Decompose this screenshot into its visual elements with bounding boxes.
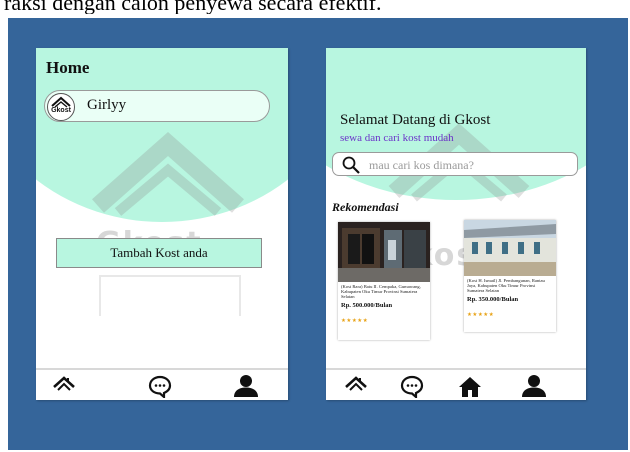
listing-price: Rp. 350.000/Bulan <box>467 296 519 303</box>
profile-pill[interactable]: Gkost Girlyy <box>44 90 270 122</box>
chat-icon[interactable] <box>400 374 424 398</box>
caption-fragment: raksi dengan calon penyewa secara efekti… <box>4 0 382 14</box>
search-bar[interactable]: mau cari kos dimana? <box>332 152 578 176</box>
listing-price: Rp. 500.000/Bulan <box>341 302 393 309</box>
gkost-logo: Gkost <box>47 93 75 121</box>
home-roof-icon[interactable] <box>52 374 76 398</box>
rating-stars: ★★★★★ <box>467 312 495 318</box>
listing-address: (Kost Rara) Batu II. Cempaka, Gumawang, … <box>341 284 421 300</box>
user-icon[interactable] <box>520 374 548 398</box>
house-icon[interactable] <box>458 374 482 398</box>
bottom-nav <box>36 368 288 400</box>
tagline: sewa dan cari kost mudah <box>340 132 454 144</box>
home-screen: Gkost Home Gkost Girlyy Tambah Kost anda <box>36 48 288 400</box>
listing-photo <box>464 220 556 276</box>
rating-stars: ★★★★★ <box>341 318 369 324</box>
welcome-screen: Gkost Selamat Datang di Gkost sewa dan c… <box>326 48 586 400</box>
section-title: Rekomendasi <box>332 200 399 214</box>
listing-address: (Kost H. Ismail) Jl. Pembangunan, Rantau… <box>467 278 545 294</box>
welcome-title: Selamat Datang di Gkost <box>340 112 491 128</box>
listing-card[interactable]: (Kost Rara) Batu II. Cempaka, Gumawang, … <box>338 222 430 340</box>
search-icon[interactable] <box>341 155 361 175</box>
mockup-background: Gkost Home Gkost Girlyy Tambah Kost anda <box>8 18 628 450</box>
add-kost-button[interactable]: Tambah Kost anda <box>56 238 262 268</box>
page-title: Home <box>46 58 90 77</box>
listing-card[interactable]: (Kost H. Ismail) Jl. Pembangunan, Rantau… <box>464 220 556 332</box>
bottom-nav <box>326 368 586 400</box>
chat-icon[interactable] <box>148 374 172 398</box>
user-icon[interactable] <box>232 374 260 398</box>
listing-photo <box>338 222 430 282</box>
home-roof-icon[interactable] <box>344 374 368 398</box>
search-input[interactable]: mau cari kos dimana? <box>369 158 474 173</box>
logo-text: Gkost <box>51 107 71 114</box>
profile-name: Girlyy <box>87 97 127 113</box>
